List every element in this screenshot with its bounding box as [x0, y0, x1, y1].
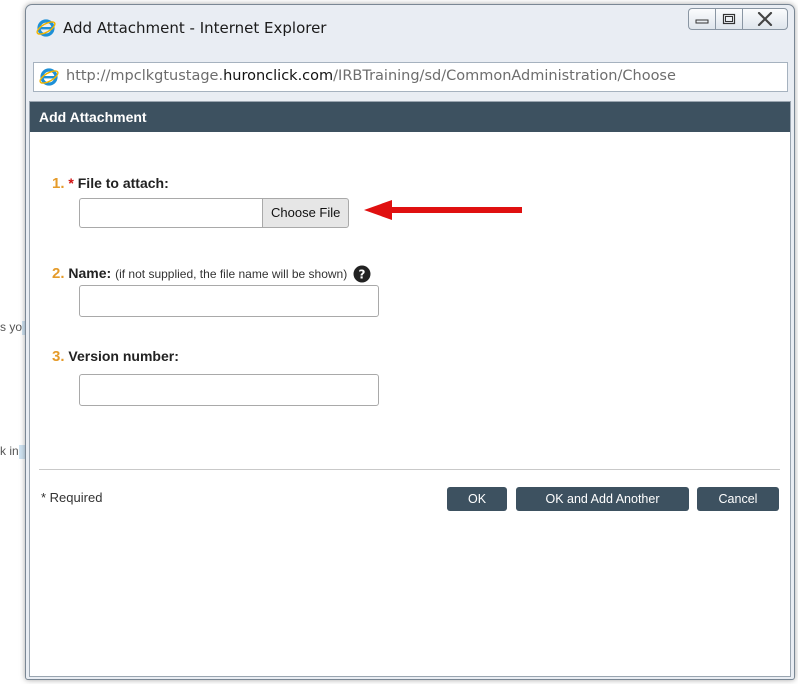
version-number-input[interactable]	[79, 374, 379, 406]
internet-explorer-icon	[39, 68, 59, 86]
url-text: http://mpclkgtustage.huronclick.com/IRBT…	[66, 68, 676, 84]
minimize-icon	[695, 19, 709, 24]
minimize-button[interactable]	[688, 8, 715, 30]
window-title: Add Attachment - Internet Explorer	[63, 19, 327, 37]
background-fragment: s yo	[0, 320, 29, 335]
choose-file-button[interactable]: Choose File	[262, 198, 350, 228]
dialog: Add Attachment 1. * File to attach: Choo…	[29, 101, 791, 677]
maximize-icon	[722, 13, 736, 25]
help-icon[interactable]: ?	[353, 265, 371, 283]
file-path-field[interactable]	[79, 198, 262, 228]
annotation-arrow	[364, 200, 522, 220]
background-fragment: k in	[0, 444, 25, 459]
address-bar[interactable]: http://mpclkgtustage.huronclick.com/IRBT…	[33, 62, 788, 92]
ok-button[interactable]: OK	[447, 487, 507, 511]
browser-window: Add Attachment - Internet Explorer http:…	[25, 4, 795, 680]
cancel-button[interactable]: Cancel	[697, 487, 779, 511]
version-number-label: 3. Version number:	[52, 348, 179, 365]
title-bar: Add Attachment - Internet Explorer	[26, 5, 794, 57]
svg-text:?: ?	[359, 268, 366, 282]
dialog-header: Add Attachment	[30, 102, 790, 132]
internet-explorer-icon	[36, 19, 56, 37]
maximize-button[interactable]	[715, 8, 742, 30]
ok-add-another-button[interactable]: OK and Add Another	[516, 487, 689, 511]
name-label: 2. Name: (if not supplied, the file name…	[52, 265, 371, 283]
file-picker: Choose File	[79, 198, 350, 228]
close-icon	[757, 12, 773, 26]
required-note: * Required	[41, 490, 103, 505]
name-input[interactable]	[79, 285, 379, 317]
file-to-attach-label: 1. * File to attach:	[52, 175, 169, 192]
divider	[39, 469, 780, 470]
close-button[interactable]	[742, 8, 788, 30]
